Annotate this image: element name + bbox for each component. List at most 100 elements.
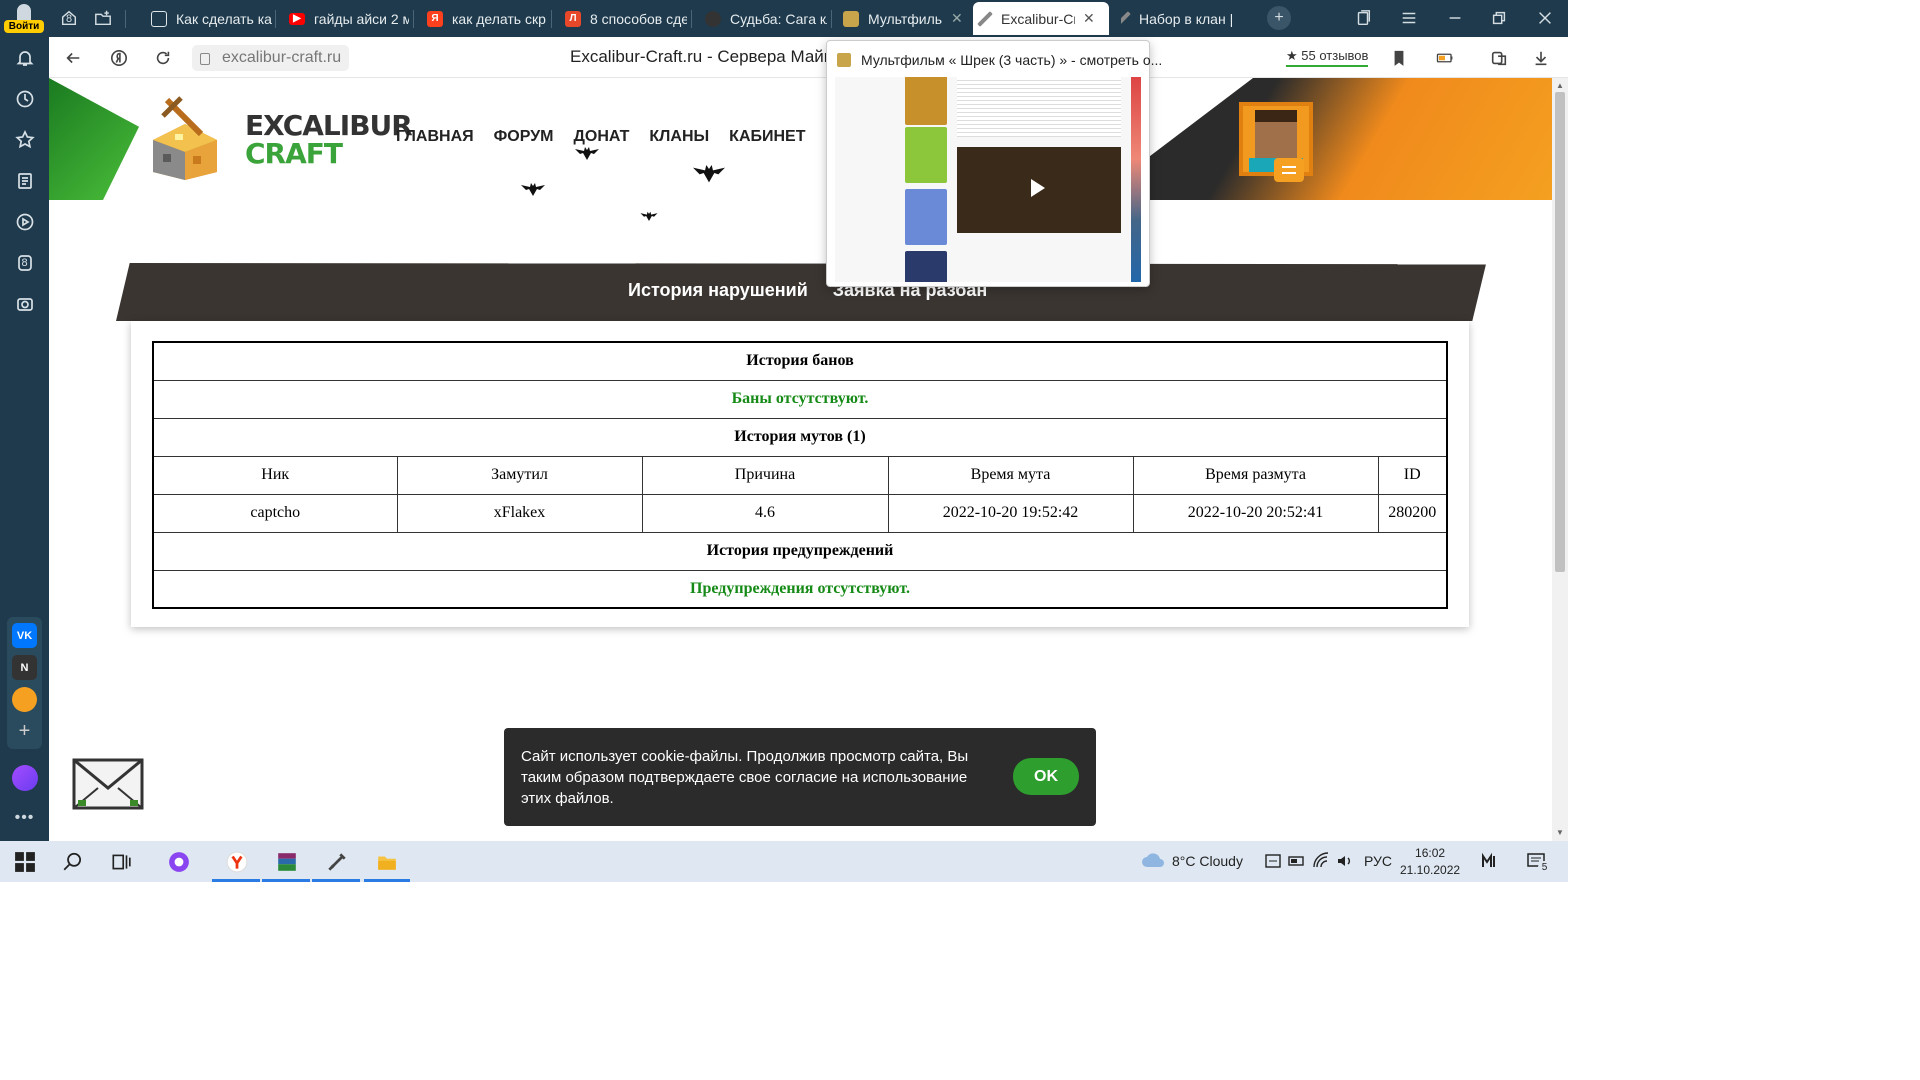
weather-cloud-icon[interactable] (1140, 851, 1166, 872)
alice-assistant-icon[interactable] (8, 761, 41, 794)
bookmark-icon[interactable] (1387, 46, 1411, 70)
tabs-overview-icon[interactable]: 8 (57, 6, 81, 30)
yandex-home-icon[interactable] (107, 46, 131, 70)
scroll-down-icon[interactable]: ▼ (1555, 828, 1565, 838)
notifications-count: 5 (1538, 861, 1551, 874)
cell-reason: 4.6 (641, 493, 889, 533)
games-app-icon[interactable] (12, 687, 37, 712)
file-explorer-taskbar-icon[interactable] (374, 849, 400, 875)
tab-2[interactable]: Я как делать скр (427, 2, 547, 35)
vk-icon[interactable]: VK (12, 623, 37, 648)
tab-5[interactable]: Мультфильм ✕ (843, 2, 967, 35)
menu-item-home[interactable]: ГЛАВНАЯ (396, 128, 474, 146)
translate-icon[interactable] (1487, 46, 1511, 70)
tab-violation-history[interactable]: История нарушений (628, 280, 808, 301)
yandex-browser-taskbar-icon[interactable] (224, 849, 250, 875)
excalibur-logo-icon (153, 96, 217, 180)
wifi-icon[interactable] (1312, 852, 1330, 873)
menu-item-clans[interactable]: КЛАНЫ (649, 128, 709, 146)
minecraft-launcher-taskbar-icon[interactable] (324, 849, 350, 875)
new-tab-plus-icon[interactable]: + (1267, 6, 1291, 30)
browser-sidebar: Войти 8 VK N + ••• (0, 0, 49, 841)
minimize-icon[interactable] (1443, 6, 1467, 30)
violations-card: История банов Баны отсутствуют. История … (131, 321, 1469, 627)
column-header-muted-by: Замутил (396, 455, 643, 495)
bans-empty-message: Баны отсутствуют. (152, 379, 1448, 419)
table-row: Баны отсутствуют. (152, 379, 1448, 419)
column-header-unmute-time: Время размута (1132, 455, 1379, 495)
scroll-thumb[interactable] (1555, 92, 1565, 572)
battery-saver-icon[interactable] (1433, 46, 1457, 70)
collections-icon[interactable] (8, 164, 41, 197)
menu-item-donate[interactable]: ДОНАТ (573, 128, 629, 146)
tab-4[interactable]: Судьба: Сага кл (705, 2, 827, 35)
new-tab-group-icon[interactable] (91, 6, 115, 30)
bookmarks-star-icon[interactable] (8, 123, 41, 156)
video-play-icon[interactable] (8, 205, 41, 238)
download-icon[interactable] (1529, 46, 1553, 70)
mobile-menu-button[interactable] (1274, 158, 1304, 182)
reviews-badge[interactable]: ★ 55 отзывов (1286, 48, 1369, 67)
sidebar-badge-8[interactable]: 8 (8, 246, 41, 279)
add-app-icon[interactable]: + (12, 719, 37, 744)
system-clock[interactable]: 16:02 21.10.2022 (1400, 845, 1460, 879)
notes-app-icon[interactable]: N (12, 655, 37, 680)
cell-muted-by: xFlakex (396, 493, 643, 533)
task-view-icon[interactable] (108, 849, 134, 875)
meet-now-icon[interactable] (1480, 851, 1500, 874)
history-clock-icon[interactable] (8, 82, 41, 115)
url-field[interactable]: excalibur-craft.ru (192, 45, 350, 71)
tab-1[interactable]: ▶ гайды айси 2 м (289, 2, 409, 35)
close-tab-icon[interactable]: ✕ (1083, 10, 1095, 27)
site-logo[interactable]: EXCALIBUR CRAFT (245, 112, 413, 168)
mutes-header: История мутов (1) (152, 417, 1448, 457)
battery-icon[interactable] (1288, 852, 1306, 873)
alice-taskbar-icon[interactable] (166, 849, 192, 875)
mail-envelope-icon[interactable] (72, 758, 144, 810)
reload-icon[interactable] (151, 46, 175, 70)
table-row: История банов (152, 341, 1448, 381)
tab-7[interactable]: Набор в клан | (1121, 2, 1243, 35)
menu-hamburger-icon[interactable] (1397, 6, 1421, 30)
document-icon (151, 10, 167, 27)
tab-3[interactable]: Л 8 способов сде (565, 2, 687, 35)
weather-text[interactable]: 8°C Cloudy (1172, 853, 1243, 869)
close-tab-icon[interactable]: ✕ (951, 10, 963, 27)
cell-unmute-time: 2022-10-20 20:52:41 (1132, 493, 1379, 533)
language-indicator[interactable]: РУС (1364, 853, 1392, 869)
lock-icon (200, 53, 210, 65)
search-icon[interactable] (60, 849, 86, 875)
tray-app-icon[interactable] (1264, 852, 1282, 873)
volume-icon[interactable] (1336, 852, 1354, 873)
preview-title: Мультфильм « Шрек (3 часть) » - смотреть… (861, 52, 1163, 68)
sidebar-apps: VK N + (7, 617, 42, 749)
more-dots-icon[interactable]: ••• (8, 801, 41, 834)
close-window-icon[interactable] (1533, 6, 1557, 30)
login-button[interactable]: Войти (4, 2, 44, 36)
yandex-icon: Я (427, 10, 443, 27)
tab-6-active[interactable]: Excalibur-Cra ✕ (973, 2, 1109, 35)
pin-tab-icon[interactable] (1351, 6, 1375, 30)
tab-0[interactable]: Как сделать ка (151, 2, 273, 35)
notifications-icon[interactable]: 5 (1526, 851, 1551, 874)
page-title: Excalibur-Craft.ru - Сервера Майнкрафт (570, 47, 830, 66)
bat-icon (521, 182, 545, 196)
screenshot-icon[interactable] (8, 287, 41, 320)
menu-item-forum[interactable]: ФОРУМ (494, 128, 554, 146)
preview-thumbnail (835, 77, 1141, 282)
scroll-up-icon[interactable]: ▲ (1555, 81, 1565, 91)
bell-icon[interactable] (8, 41, 41, 74)
restore-window-icon[interactable] (1487, 6, 1511, 30)
back-arrow-icon[interactable] (61, 46, 85, 70)
page-scrollbar[interactable]: ▲ ▼ (1552, 78, 1568, 841)
warnings-header: История предупреждений (152, 531, 1448, 571)
table-row: Предупреждения отсутствуют. (152, 569, 1448, 609)
windows-taskbar: 8°C Cloudy РУС 16:02 21.10.2022 5 (0, 841, 1568, 882)
sword-icon (1121, 10, 1131, 27)
windows-start-icon[interactable] (12, 849, 38, 875)
column-header-reason: Причина (641, 455, 889, 495)
tab-strip: 8 Как сделать ка ▶ гайды айси 2 м Я как … (49, 0, 1568, 37)
cookie-ok-button[interactable]: OK (1013, 758, 1079, 795)
winrar-taskbar-icon[interactable] (274, 849, 300, 875)
menu-item-cabinet[interactable]: КАБИНЕТ (729, 128, 805, 146)
